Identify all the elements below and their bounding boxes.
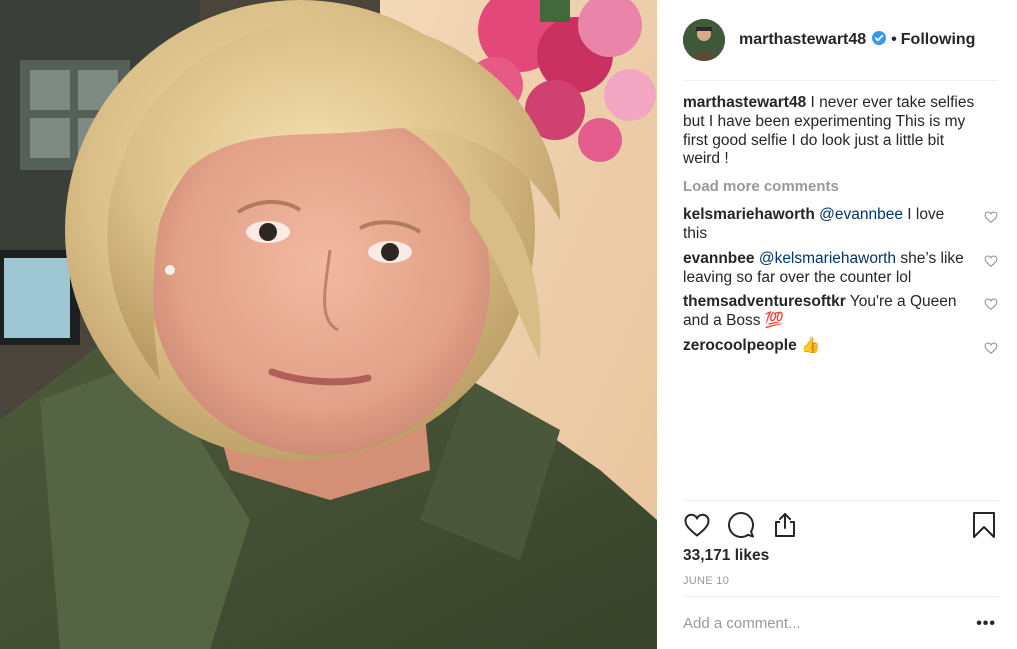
bookmark-icon[interactable]	[970, 511, 998, 539]
comment-username[interactable]: kelsmariehaworth	[683, 206, 815, 223]
likes-count[interactable]: 33,171 likes	[683, 547, 769, 565]
share-icon[interactable]	[771, 511, 799, 539]
list-item: themsadventuresoftkr You're a Queen and …	[683, 293, 998, 331]
heart-icon[interactable]	[683, 511, 711, 539]
add-comment-bar: •••	[683, 596, 998, 649]
comment-mention[interactable]: @evannbee	[819, 206, 903, 223]
instagram-post: marthastewart48 • Following marthastewar…	[0, 0, 1017, 649]
comments-list: marthastewart48 I never ever take selfie…	[683, 94, 998, 356]
list-item: kelsmariehaworth @evannbee I love this	[683, 206, 998, 244]
comment-like-heart-icon[interactable]	[984, 254, 998, 268]
post-header: marthastewart48 • Following	[683, 0, 998, 81]
username-link[interactable]: marthastewart48	[739, 31, 866, 48]
following-button[interactable]: Following	[901, 31, 976, 49]
comment-like-heart-icon[interactable]	[984, 297, 998, 311]
selfie-image	[0, 0, 657, 649]
avatar[interactable]	[683, 19, 725, 61]
comment-like-heart-icon[interactable]	[984, 210, 998, 224]
post-side-panel: marthastewart48 • Following marthastewar…	[657, 0, 1017, 649]
post-date[interactable]: JUNE 10	[683, 575, 729, 587]
comment-like-heart-icon[interactable]	[984, 341, 998, 355]
separator-dot: •	[891, 31, 897, 48]
load-more-comments-button[interactable]: Load more comments	[683, 178, 998, 196]
action-bar	[683, 500, 998, 549]
comment-text: 👍	[801, 336, 821, 354]
comment-input[interactable]	[683, 615, 977, 632]
comment-username[interactable]: themsadventuresoftkr	[683, 293, 846, 310]
comment-mention[interactable]: @kelsmariehaworth	[759, 250, 896, 267]
comment-bubble-icon[interactable]	[727, 511, 755, 539]
caption-username[interactable]: marthastewart48	[683, 94, 806, 111]
comment-username[interactable]: evannbee	[683, 250, 755, 267]
verified-badge-icon	[872, 31, 887, 45]
post-photo[interactable]	[0, 0, 657, 649]
comment-username[interactable]: zerocoolpeople	[683, 337, 797, 354]
list-item: zerocoolpeople 👍	[683, 337, 998, 356]
post-caption: marthastewart48 I never ever take selfie…	[683, 94, 980, 169]
more-options-icon[interactable]: •••	[976, 615, 998, 633]
header-username[interactable]: marthastewart48	[739, 31, 887, 49]
list-item: evannbee @kelsmariehaworth she’s like le…	[683, 250, 998, 288]
